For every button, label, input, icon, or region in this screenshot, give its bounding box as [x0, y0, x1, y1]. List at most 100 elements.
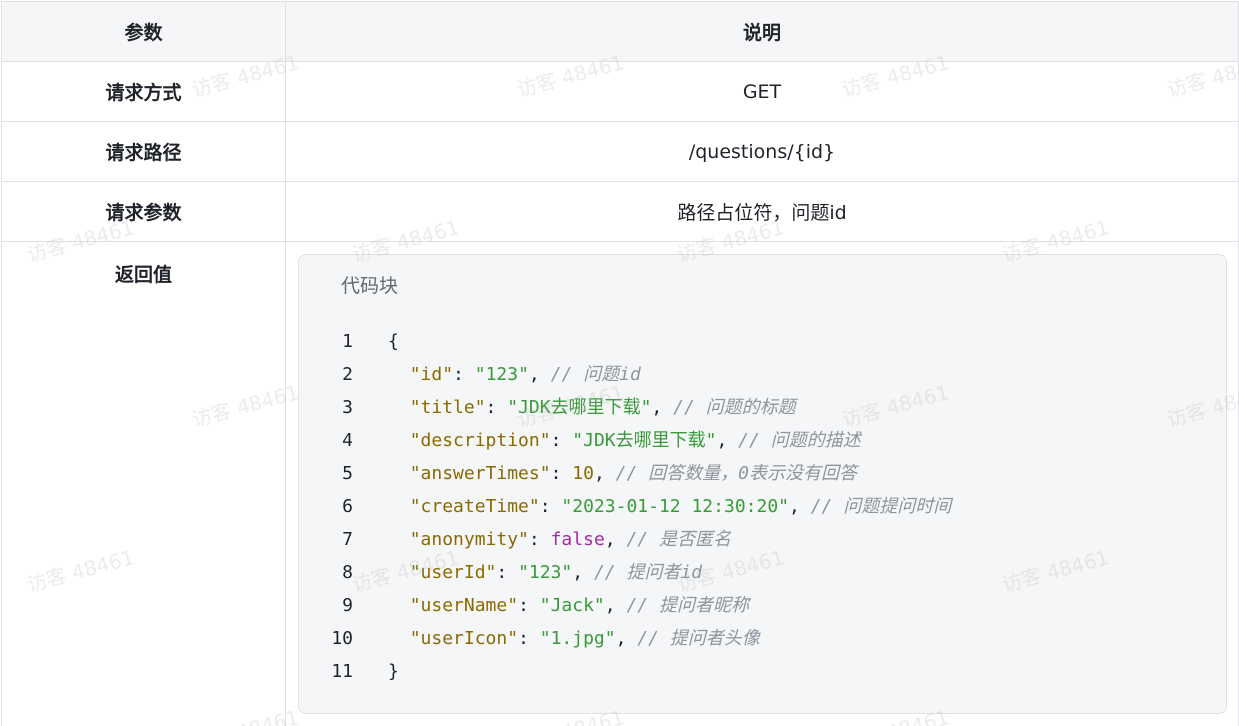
code-key: "id" [409, 364, 454, 385]
code-key: "description" [409, 430, 551, 451]
param-request-method: 请求方式 [1, 61, 286, 122]
code-line: 8 "userId": "123", // 提问者id [299, 556, 1226, 589]
line-content: } [353, 655, 399, 688]
code-sep: , [528, 364, 551, 385]
code-value: 10 [572, 463, 594, 484]
table-header-row: 参数 说明 [1, 1, 1239, 62]
code-value: "123" [474, 364, 529, 385]
code-block[interactable]: 代码块 1{2 "id": "123", // 问题id 3 "title": "… [298, 254, 1227, 714]
code-comment: // 问题的标题 [673, 397, 796, 418]
code-key: "createTime" [409, 496, 540, 517]
code-sep: : [518, 595, 540, 616]
table-row: 请求参数 路径占位符，问题id [1, 181, 1239, 242]
line-content: "answerTimes": 10, // 回答数量，0表示没有回答 [353, 457, 857, 490]
code-key: "title" [409, 397, 486, 418]
code-line: 9 "userName": "Jack", // 提问者昵称 [299, 589, 1226, 622]
code-line: 10 "userIcon": "1.jpg", // 提问者头像 [299, 622, 1226, 655]
line-content: "userIcon": "1.jpg", // 提问者头像 [353, 622, 760, 655]
line-content: "anonymity": false, // 是否匿名 [353, 523, 731, 556]
line-number: 9 [342, 595, 353, 616]
code-line: 7 "anonymity": false, // 是否匿名 [299, 523, 1226, 556]
api-doc-table: 参数 说明 请求方式 GET 请求路径 /questions/{id} 请求参数… [1, 1, 1239, 726]
code-comment: // 是否匿名 [626, 529, 731, 550]
code-comment: // 问题提问时间 [810, 496, 952, 517]
line-content: "userName": "Jack", // 提问者昵称 [353, 589, 749, 622]
line-number: 11 [331, 661, 353, 682]
code-key: "userIcon" [409, 628, 519, 649]
line-number: 5 [342, 463, 353, 484]
value-request-method: GET [285, 61, 1239, 122]
code-value: "1.jpg" [539, 628, 616, 649]
line-content: { [353, 325, 399, 358]
line-content: "description": "JDK去哪里下载", // 问题的描述 [353, 424, 861, 457]
code-sep: : [550, 430, 573, 451]
code-sep: : [496, 562, 519, 583]
line-number: 6 [342, 496, 353, 517]
code-sep: : [550, 463, 573, 484]
code-sep: : [518, 628, 540, 649]
code-brace: { [388, 331, 399, 352]
code-value: false [550, 529, 605, 550]
code-sep: : [453, 364, 475, 385]
param-request-path: 请求路径 [1, 121, 286, 182]
value-request-path: /questions/{id} [285, 121, 1239, 182]
line-number: 1 [342, 331, 353, 352]
code-lines[interactable]: 1{2 "id": "123", // 问题id 3 "title": "JDK去… [299, 325, 1226, 688]
code-line: 1{ [299, 325, 1226, 358]
code-value: "2023-01-12 12:30:20" [561, 496, 789, 517]
line-number: 8 [342, 562, 353, 583]
value-return-cell: 代码块 1{2 "id": "123", // 问题id 3 "title": "… [285, 241, 1239, 726]
code-sep: : [539, 496, 562, 517]
code-key: "answerTimes" [409, 463, 551, 484]
code-sep: , [593, 463, 616, 484]
line-content: "userId": "123", // 提问者id [353, 556, 702, 589]
param-request-params: 请求参数 [1, 181, 286, 242]
code-value: "Jack" [539, 595, 605, 616]
code-sep: , [789, 496, 811, 517]
code-sep: , [572, 562, 594, 583]
code-brace: } [388, 661, 399, 682]
code-sep: : [528, 529, 551, 550]
code-value: "123" [518, 562, 573, 583]
code-comment: // 回答数量，0表示没有回答 [615, 463, 857, 484]
code-sep: , [604, 529, 627, 550]
table-row: 请求方式 GET [1, 61, 1239, 122]
code-line: 11} [299, 655, 1226, 688]
line-number: 4 [342, 430, 353, 451]
line-number: 2 [342, 364, 353, 385]
code-value: "JDK去哪里下载" [572, 430, 717, 451]
table-row: 请求路径 /questions/{id} [1, 121, 1239, 182]
line-number: 7 [342, 529, 353, 550]
param-return-value: 返回值 [1, 241, 286, 726]
code-comment: // 问题的描述 [738, 430, 861, 451]
code-comment: // 提问者昵称 [626, 595, 749, 616]
code-key: "anonymity" [409, 529, 529, 550]
code-key: "userId" [409, 562, 497, 583]
document-page: 参数 说明 请求方式 GET 请求路径 /questions/{id} 请求参数… [0, 0, 1239, 726]
code-sep: , [716, 430, 739, 451]
code-line: 6 "createTime": "2023-01-12 12:30:20", /… [299, 490, 1226, 523]
code-comment: // 提问者头像 [637, 628, 760, 649]
header-desc: 说明 [285, 1, 1239, 62]
code-value: "JDK去哪里下载" [507, 397, 652, 418]
line-number: 3 [342, 397, 353, 418]
code-sep: , [615, 628, 638, 649]
line-content: "title": "JDK去哪里下载", // 问题的标题 [353, 391, 796, 424]
code-line: 5 "answerTimes": 10, // 回答数量，0表示没有回答 [299, 457, 1226, 490]
table-row-return: 返回值 代码块 1{2 "id": "123", // 问题id 3 "title… [1, 241, 1239, 726]
header-param: 参数 [1, 1, 286, 62]
code-sep: : [485, 397, 508, 418]
code-sep: , [604, 595, 627, 616]
code-comment: // 提问者id [593, 562, 703, 583]
code-line: 3 "title": "JDK去哪里下载", // 问题的标题 [299, 391, 1226, 424]
line-content: "id": "123", // 问题id [353, 358, 641, 391]
code-line: 2 "id": "123", // 问题id [299, 358, 1226, 391]
code-comment: // 问题id [550, 364, 641, 385]
code-block-title: 代码块 [341, 275, 399, 297]
code-key: "userName" [409, 595, 519, 616]
value-request-params: 路径占位符，问题id [285, 181, 1239, 242]
code-sep: , [651, 397, 674, 418]
code-line: 4 "description": "JDK去哪里下载", // 问题的描述 [299, 424, 1226, 457]
line-content: "createTime": "2023-01-12 12:30:20", // … [353, 490, 952, 523]
line-number: 10 [331, 628, 353, 649]
